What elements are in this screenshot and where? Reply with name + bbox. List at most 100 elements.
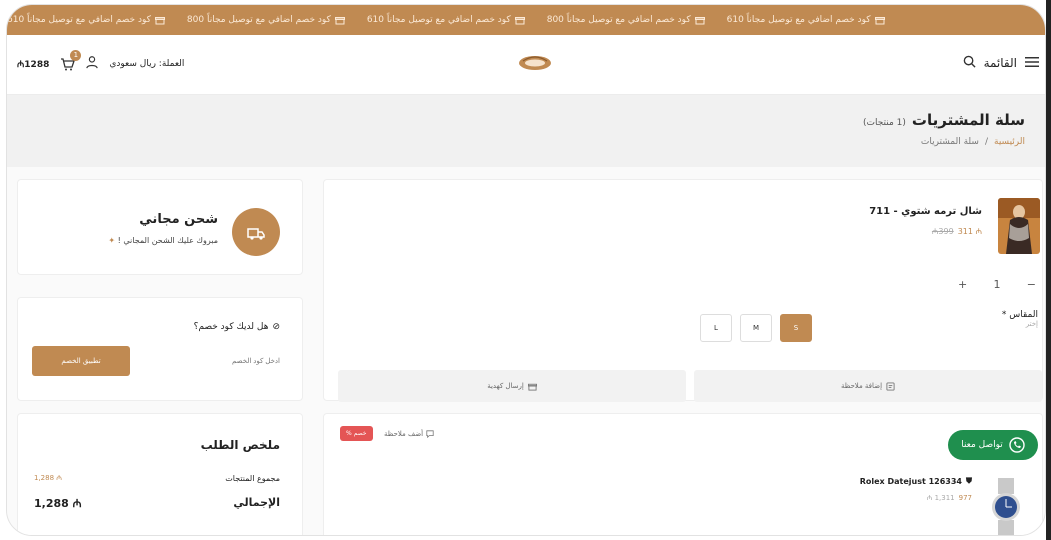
product-image[interactable] — [998, 198, 1040, 254]
size-option[interactable]: L — [700, 314, 732, 342]
size-label: المقاس * إختر — [1002, 310, 1038, 328]
whatsapp-button[interactable]: تواصل معنا — [948, 430, 1038, 460]
shipping-title: شحن مجاني — [139, 212, 218, 227]
old-price: ₼399 — [931, 227, 954, 236]
size-label-text: المقاس * — [1001, 310, 1038, 320]
total-row: الإجمالي ₼ 1,288 — [34, 496, 280, 511]
breadcrumb-current: سلة المشتريات — [920, 137, 979, 147]
product-price: ₼ 1,311 977 — [927, 494, 972, 503]
product-name[interactable]: شال ترمه شتوي - 711 — [869, 206, 982, 217]
product-price: ₼ 311 ₼399 — [932, 226, 982, 237]
size-options: L M S — [700, 314, 812, 342]
gift-icon — [334, 17, 345, 25]
menu-label[interactable]: القائمة — [984, 56, 1017, 70]
size-option-selected[interactable]: S — [780, 314, 812, 342]
size-option[interactable]: M — [740, 314, 772, 342]
currency-selector[interactable]: العملة: ريال سعودي — [109, 59, 184, 69]
coupon-input[interactable] — [138, 346, 288, 376]
product-image[interactable] — [988, 478, 1024, 536]
shield-icon: ⛊ — [966, 476, 972, 485]
coupon-form: تطبيق الخصم — [32, 346, 288, 376]
promo-text: كود خصم اضافي مع توصيل مجاناً 610 — [366, 15, 511, 25]
gift-icon — [694, 17, 705, 25]
promo-item: كود خصم اضافي مع توصيل مجاناً 800 — [187, 15, 345, 25]
gift-icon — [154, 17, 165, 25]
page-header: سلة المشتريات (1 منتجات) الرئيسية / سلة … — [7, 95, 1045, 167]
order-summary: ملخص الطلب مجموع المنتجات ₼ 1,288 الإجما… — [17, 413, 303, 535]
product-name[interactable]: Rolex Datejust 126334 ⛊ — [860, 476, 972, 486]
page-title: سلة المشتريات (1 منتجات) — [863, 111, 1025, 129]
delivery-icon — [247, 228, 265, 240]
account-button[interactable] — [85, 55, 99, 72]
hamburger-icon — [1025, 56, 1039, 67]
note-icon — [886, 381, 895, 391]
header-menu: القائمة — [963, 55, 1039, 71]
subtotal-label: مجموع المنتجات — [225, 474, 280, 483]
decrease-button[interactable]: − — [1027, 278, 1036, 291]
whatsapp-icon — [1009, 437, 1025, 453]
total-label: الإجمالي — [233, 496, 280, 509]
user-icon — [86, 56, 99, 69]
brand-logo[interactable] — [517, 51, 553, 75]
breadcrumb-home[interactable]: الرئيسية — [994, 137, 1025, 147]
coupon-question-text: هل لديك كود خصم؟ — [193, 322, 269, 332]
add-note-label: إضافة ملاحظة — [840, 382, 883, 390]
summary-title: ملخص الطلب — [200, 438, 280, 452]
cart-button[interactable]: 1 — [59, 49, 82, 72]
cart-count-badge: 1 — [70, 49, 82, 61]
coupon-card: ⊘ هل لديك كود خصم؟ تطبيق الخصم — [17, 297, 303, 401]
item-count: (1 منتجات) — [863, 118, 906, 128]
current-price: ₼ 311 — [957, 227, 982, 236]
whatsapp-label: تواصل معنا — [961, 440, 1003, 450]
chat-icon — [426, 430, 434, 438]
breadcrumb-separator: / — [984, 137, 988, 147]
gift-icon — [874, 17, 885, 25]
promo-text: كود خصم اضافي مع توصيل مجاناً 610 — [726, 15, 871, 25]
cart-item: % خصم أضف ملاحظة تواصل معنا Rolex Dateju… — [323, 413, 1043, 536]
info-icon: ⊘ — [272, 322, 280, 332]
gift-wrap-label: إرسال كهدية — [487, 382, 524, 390]
cart-content: شال ترمه شتوي - 711 ₼ 311 ₼399 + 1 − الم… — [7, 167, 1045, 536]
discount-badge: % خصم — [340, 426, 373, 441]
add-note-label: أضف ملاحظة — [384, 430, 424, 438]
cart-item: شال ترمه شتوي - 711 ₼ 311 ₼399 + 1 − الم… — [323, 179, 1043, 402]
quantity-stepper: + 1 − — [952, 272, 1042, 296]
cart-total-value: 1288 — [24, 60, 50, 70]
current-price: 977 — [958, 494, 972, 502]
page-title-text: سلة المشتريات — [911, 111, 1025, 129]
coupon-question: ⊘ هل لديك كود خصم؟ — [194, 322, 280, 332]
shipping-subtitle: مبروك عليك الشحن المجاني ! ✦ — [108, 236, 218, 245]
total-value: ₼ 1,288 — [34, 497, 82, 510]
product-name-text: Rolex Datejust 126334 — [859, 476, 962, 486]
subtotal-value: ₼ 1,288 — [34, 474, 62, 482]
header-actions: ₼1288 1 العملة: ريال سعودي — [17, 49, 184, 72]
promo-item: كود خصم اضافي مع توصيل مجاناً 800 — [547, 15, 705, 25]
size-hint: إختر — [1025, 320, 1038, 328]
site-header: ₼1288 1 العملة: ريال سعودي القائمة — [7, 35, 1045, 95]
apply-coupon-button[interactable]: تطبيق الخصم — [32, 346, 130, 376]
promo-item: كود خصم اضافي مع توصيل مجاناً 610 — [367, 15, 525, 25]
search-icon — [963, 55, 976, 68]
promo-text: كود خصم اضافي مع توصيل مجاناً 800 — [186, 15, 331, 25]
gift-wrap-button[interactable]: إرسال كهدية — [338, 370, 686, 402]
subtotal-row: مجموع المنتجات ₼ 1,288 — [34, 474, 280, 483]
promo-text: كود خصم اضافي مع توصيل مجاناً 800 — [546, 15, 691, 25]
breadcrumb: الرئيسية / سلة المشتريات — [921, 137, 1025, 147]
promo-text: كود خصم اضافي مع توصيل مجاناً 610 — [7, 15, 151, 25]
increase-button[interactable]: + — [958, 278, 967, 291]
gift-icon — [527, 383, 537, 391]
free-shipping-card: شحن مجاني مبروك عليك الشحن المجاني ! ✦ — [17, 179, 303, 275]
add-note-link[interactable]: أضف ملاحظة — [384, 430, 434, 438]
cart-total[interactable]: ₼1288 — [17, 57, 49, 70]
edge-shadow — [1046, 0, 1051, 540]
quantity-value[interactable]: 1 — [994, 278, 1001, 291]
shipping-badge — [232, 208, 280, 256]
party-icon: ✦ — [108, 236, 116, 245]
search-button[interactable] — [963, 55, 976, 71]
promo-item: كود خصم اضافي مع توصيل مجاناً 610 — [727, 15, 885, 25]
app-frame: كود خصم اضافي مع توصيل مجاناً 610 كود خص… — [6, 4, 1046, 536]
menu-button[interactable] — [1025, 56, 1039, 71]
old-price: ₼ 1,311 — [926, 494, 955, 502]
add-note-button[interactable]: إضافة ملاحظة — [694, 370, 1042, 402]
shipping-subtitle-text: مبروك عليك الشحن المجاني ! — [117, 236, 218, 245]
